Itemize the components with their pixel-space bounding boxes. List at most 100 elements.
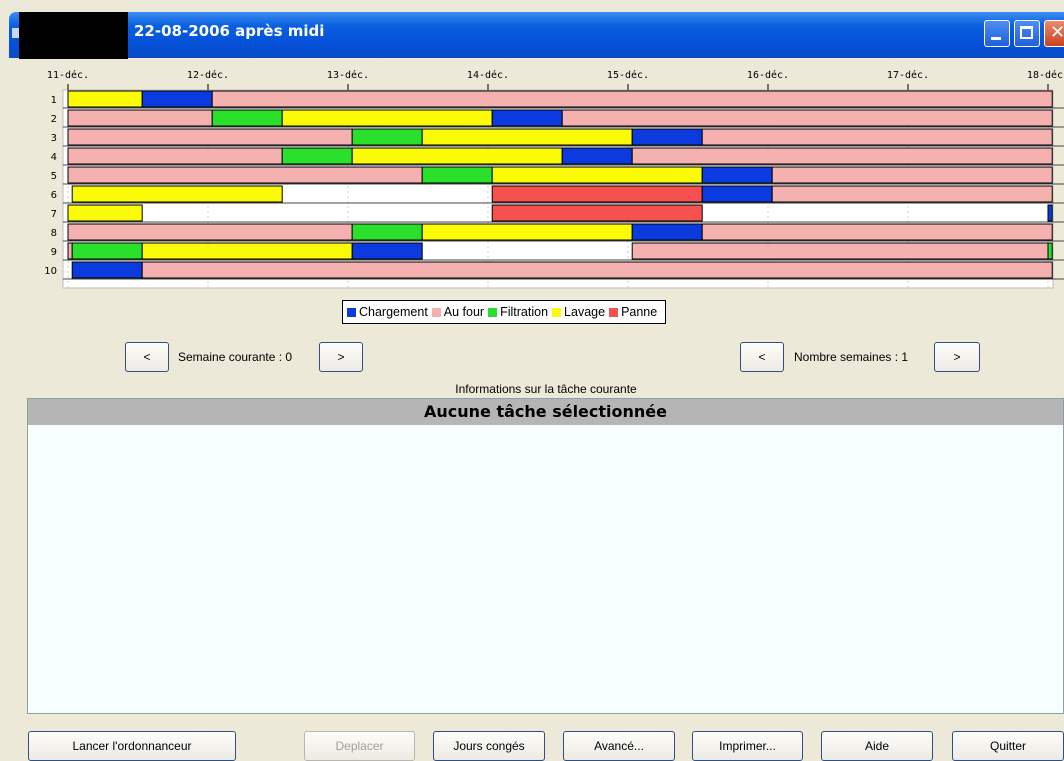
task-bar[interactable]	[71, 185, 283, 203]
row-label: 7	[51, 209, 57, 220]
title-bar[interactable]: 22-08-2006 après midi ✕	[0, 0, 1064, 59]
task-bar[interactable]	[67, 147, 283, 165]
task-bar[interactable]	[701, 223, 1053, 241]
help-button[interactable]: Aide	[821, 731, 933, 761]
task-bar[interactable]	[421, 223, 633, 241]
legend-label: Filtration	[500, 305, 549, 319]
legend: Chargement Au four Filtration Lavage Panne	[342, 300, 667, 324]
task-bar[interactable]	[1047, 242, 1053, 260]
legend-item: Filtration	[488, 305, 548, 319]
legend-swatch	[347, 307, 356, 317]
week-prev-button[interactable]: <	[125, 342, 169, 372]
row-label: 5	[51, 171, 57, 182]
legend-swatch	[609, 307, 619, 317]
day-label: 12-déc.	[187, 69, 229, 81]
day-label: 17-déc.	[887, 69, 929, 81]
legend-swatch	[552, 307, 562, 317]
legend-item: Chargement	[347, 305, 428, 319]
task-bar[interactable]	[631, 223, 703, 241]
legend-swatch	[488, 307, 498, 317]
row-label: 8	[51, 228, 57, 239]
row-label: 9	[51, 247, 57, 258]
task-bar[interactable]	[421, 128, 633, 146]
task-bar[interactable]	[351, 147, 563, 165]
task-bar[interactable]	[71, 261, 143, 279]
task-bar[interactable]	[421, 166, 493, 184]
task-bar[interactable]	[561, 109, 1053, 127]
task-bar[interactable]	[351, 128, 423, 146]
advanced-button[interactable]: Avancé...	[563, 731, 675, 761]
info-caption: Informations sur la tâche courante	[455, 382, 637, 396]
legend-label: Chargement	[359, 305, 428, 319]
close-button[interactable]: ✕	[1044, 20, 1064, 47]
row-label: 1	[51, 95, 57, 106]
maximize-button[interactable]	[1014, 20, 1040, 47]
row-label: 10	[44, 266, 57, 277]
task-bar[interactable]	[67, 242, 73, 260]
count-prev-button[interactable]: <	[740, 342, 784, 372]
minimize-button[interactable]	[984, 20, 1010, 47]
legend-item: Au four	[431, 305, 485, 319]
task-bar[interactable]	[141, 242, 353, 260]
legend-swatch	[431, 307, 441, 317]
task-bar[interactable]	[67, 204, 143, 222]
task-bar[interactable]	[67, 223, 353, 241]
task-bar[interactable]	[631, 128, 703, 146]
day-label: 14-déc.	[467, 69, 509, 81]
legend-item: Panne	[609, 305, 657, 319]
legend-label: Panne	[621, 305, 658, 319]
task-bar[interactable]	[141, 261, 1053, 279]
task-bar[interactable]	[701, 128, 1053, 146]
task-bar[interactable]	[67, 109, 213, 127]
quit-button[interactable]: Quitter	[952, 731, 1064, 761]
gantt-chart[interactable]: 11-déc. 12-déc. 13-déc. 14-déc. 15-déc. 16-dé…	[0, 58, 1064, 328]
task-bar[interactable]	[71, 242, 143, 260]
print-button[interactable]: Imprimer...	[692, 731, 803, 761]
task-bar[interactable]	[631, 147, 1053, 165]
task-bar[interactable]	[1047, 204, 1053, 222]
task-bar[interactable]	[351, 242, 423, 260]
task-bar[interactable]	[771, 185, 1053, 203]
day-label: 16-déc.	[747, 69, 789, 81]
task-info-header: Aucune tâche sélectionnée	[28, 399, 1063, 425]
row-label: 4	[51, 152, 57, 163]
task-bar[interactable]	[351, 223, 423, 241]
legend-label: Lavage	[564, 305, 606, 319]
row-label: 2	[51, 114, 57, 125]
task-bar[interactable]	[701, 185, 773, 203]
task-bar[interactable]	[211, 90, 1053, 108]
holidays-button[interactable]: Jours congés	[433, 731, 545, 761]
row-label: 6	[51, 190, 57, 201]
task-bar[interactable]	[141, 90, 213, 108]
task-bar[interactable]	[281, 147, 353, 165]
task-bar[interactable]	[211, 109, 283, 127]
task-bar[interactable]	[491, 166, 703, 184]
task-bar[interactable]	[701, 166, 773, 184]
task-bar[interactable]	[67, 128, 353, 146]
task-bar[interactable]	[561, 147, 633, 165]
task-bar[interactable]	[631, 242, 1049, 260]
day-label: 11-déc.	[47, 69, 89, 81]
task-info-panel: Aucune tâche sélectionnée	[27, 398, 1064, 714]
week-next-button[interactable]: >	[319, 342, 363, 372]
move-button[interactable]: Deplacer	[304, 731, 415, 761]
window-title: 22-08-2006 après midi	[134, 22, 325, 40]
legend-item: Lavage	[552, 305, 605, 319]
task-bar[interactable]	[281, 109, 493, 127]
day-label: 18-déc.	[1027, 69, 1064, 81]
schedule-button[interactable]: Lancer l'ordonnanceur	[28, 731, 236, 761]
count-next-button[interactable]: >	[934, 342, 980, 372]
task-bar[interactable]	[491, 109, 563, 127]
legend-label: Au four	[443, 305, 485, 319]
count-label: Nombre semaines : 1	[794, 350, 909, 364]
close-icon: ✕	[1050, 22, 1064, 43]
day-label: 13-déc.	[327, 69, 369, 81]
task-bar[interactable]	[771, 166, 1053, 184]
task-bar[interactable]	[491, 204, 703, 222]
redacted-area	[19, 12, 128, 59]
task-bar[interactable]	[67, 90, 143, 108]
row-label: 3	[51, 133, 57, 144]
task-bar[interactable]	[491, 185, 703, 203]
task-bar[interactable]	[67, 166, 423, 184]
week-label: Semaine courante : 0	[178, 350, 293, 364]
